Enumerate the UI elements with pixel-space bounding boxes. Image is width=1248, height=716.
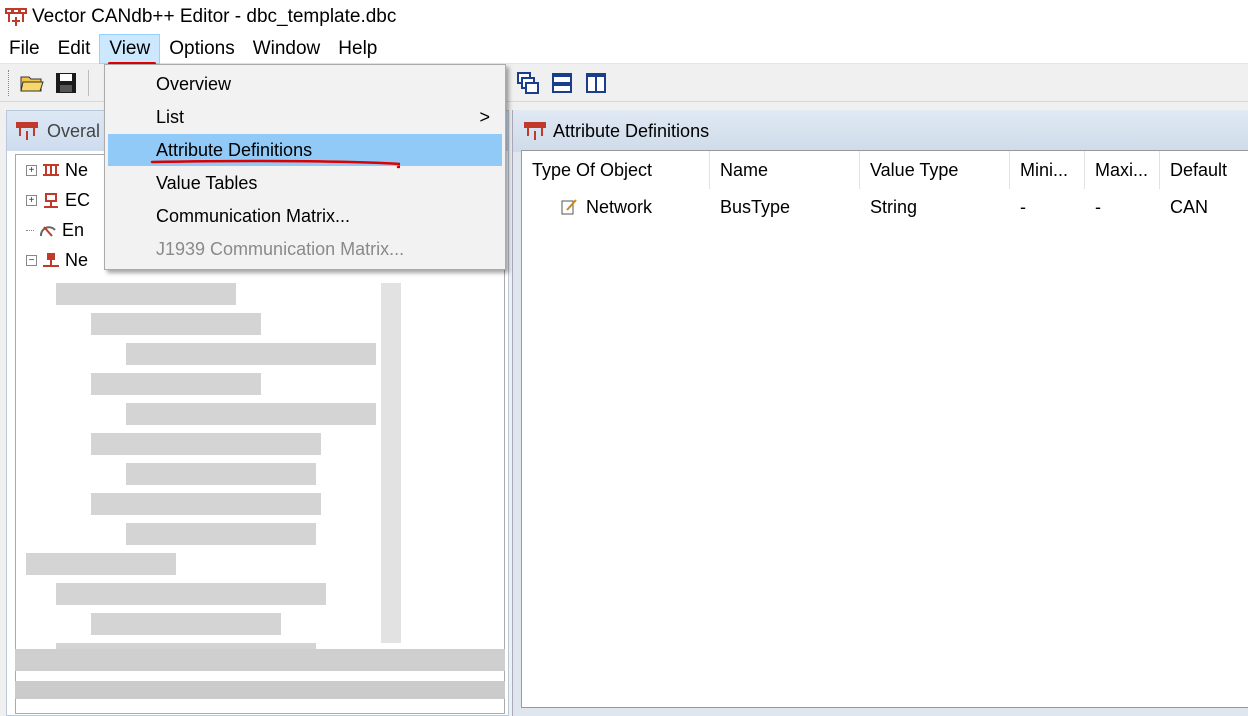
- redacted-tree-row: [26, 553, 176, 575]
- menu-item-value-tables[interactable]: Value Tables: [108, 167, 502, 199]
- network-node-icon: [43, 253, 59, 267]
- menu-view[interactable]: View: [99, 33, 161, 64]
- column-header-minimum[interactable]: Mini...: [1010, 151, 1085, 189]
- redacted-tree-row: [91, 433, 321, 455]
- tree-scrollbar[interactable]: [381, 283, 401, 643]
- menu-item-j1939-communication-matrix: J1939 Communication Matrix...: [108, 233, 502, 265]
- collapse-icon[interactable]: −: [26, 254, 37, 266]
- menu-item-overview[interactable]: Overview: [108, 68, 502, 100]
- menu-item-label: List: [156, 107, 185, 127]
- redacted-tree-row: [126, 523, 316, 545]
- tree-connector: [26, 229, 34, 231]
- cell-maximum: -: [1095, 196, 1101, 217]
- window-title: Vector CANdb++ Editor - dbc_template.dbc: [32, 6, 397, 27]
- tree-item-ecus[interactable]: + EC: [26, 187, 90, 213]
- menu-item-label: Attribute Definitions: [156, 140, 313, 160]
- annotation-underline-attribute-definitions: [150, 159, 400, 169]
- column-header-default[interactable]: Default: [1160, 151, 1248, 189]
- attribute-definitions-header: Attribute Definitions: [513, 110, 1248, 152]
- tile-vertical-icon[interactable]: [584, 71, 608, 95]
- tree-item-network-nodes[interactable]: − Ne: [26, 247, 88, 273]
- networks-icon: [43, 164, 59, 176]
- cell-default: CAN: [1170, 196, 1209, 217]
- tree-item-environment-variables[interactable]: En: [26, 217, 84, 243]
- tile-horizontal-icon[interactable]: [550, 71, 574, 95]
- redacted-tree-row: [91, 373, 261, 395]
- toolbar-grip[interactable]: [8, 70, 11, 96]
- redacted-tree-row: [91, 493, 321, 515]
- column-header-type-of-object[interactable]: Type Of Object: [522, 151, 710, 189]
- menu-bar: File Edit View Options Window Help: [0, 33, 1248, 64]
- menu-item-label: Value Tables: [156, 173, 258, 193]
- tree-item-label: EC: [65, 189, 91, 210]
- candb-app-icon: [5, 8, 27, 26]
- cell-text: Network: [586, 196, 653, 217]
- tree-item-label: En: [62, 219, 85, 240]
- tree-item-networks[interactable]: + Ne: [26, 157, 88, 183]
- redacted-tree-row: [56, 283, 236, 305]
- overall-view-icon: [16, 122, 38, 140]
- cell-name: BusType: [720, 196, 791, 217]
- attribute-definitions-icon: [524, 122, 546, 140]
- redacted-tree-row: [126, 403, 376, 425]
- attribute-definitions-list: Type Of Object Name Value Type Mini... M…: [521, 150, 1248, 708]
- tree-item-label: Ne: [65, 159, 89, 180]
- submenu-arrow-icon: >: [479, 107, 490, 127]
- menu-item-label: Communication Matrix...: [156, 206, 351, 226]
- menu-edit[interactable]: Edit: [49, 34, 100, 64]
- menu-item-label: Overview: [156, 74, 232, 94]
- redacted-horizontal-scroll[interactable]: [15, 649, 505, 671]
- expand-icon[interactable]: +: [26, 194, 37, 206]
- menu-item-label: J1939 Communication Matrix...: [156, 239, 405, 259]
- redacted-tree-row: [56, 583, 326, 605]
- attribute-definitions-window: Attribute Definitions Type Of Object Nam…: [512, 110, 1248, 716]
- title-bar: Vector CANdb++ Editor - dbc_template.dbc: [0, 0, 1248, 34]
- expand-icon[interactable]: +: [26, 164, 37, 176]
- overall-view-title: Overal: [47, 120, 101, 141]
- toolbar-separator: [88, 70, 89, 96]
- tree-item-label: Ne: [65, 249, 89, 270]
- menu-window[interactable]: Window: [244, 34, 330, 64]
- ecu-icon: [44, 193, 58, 208]
- edit-attribute-icon: [561, 199, 577, 215]
- menu-item-list[interactable]: List >: [108, 101, 502, 133]
- redacted-status-row: [15, 681, 505, 699]
- save-icon[interactable]: [54, 71, 78, 95]
- menu-item-communication-matrix[interactable]: Communication Matrix...: [108, 200, 502, 232]
- menu-options[interactable]: Options: [160, 34, 243, 64]
- cell-minimum: -: [1020, 196, 1026, 217]
- column-header-name[interactable]: Name: [710, 151, 860, 189]
- cell-type-of-object: Network: [560, 193, 652, 221]
- open-folder-icon[interactable]: [20, 71, 44, 95]
- attribute-definitions-title: Attribute Definitions: [553, 120, 710, 141]
- redacted-tree-row: [126, 343, 376, 365]
- environment-variable-icon: [39, 226, 56, 237]
- menu-file[interactable]: File: [0, 34, 49, 64]
- redacted-tree-row: [126, 463, 316, 485]
- redacted-tree-row: [91, 313, 261, 335]
- column-header-maximum[interactable]: Maxi...: [1085, 151, 1160, 189]
- menu-help[interactable]: Help: [329, 34, 386, 64]
- redacted-tree-row: [91, 613, 281, 635]
- cascade-windows-icon[interactable]: [516, 71, 540, 95]
- cell-value-type: String: [870, 196, 918, 217]
- column-header-value-type[interactable]: Value Type: [860, 151, 1010, 189]
